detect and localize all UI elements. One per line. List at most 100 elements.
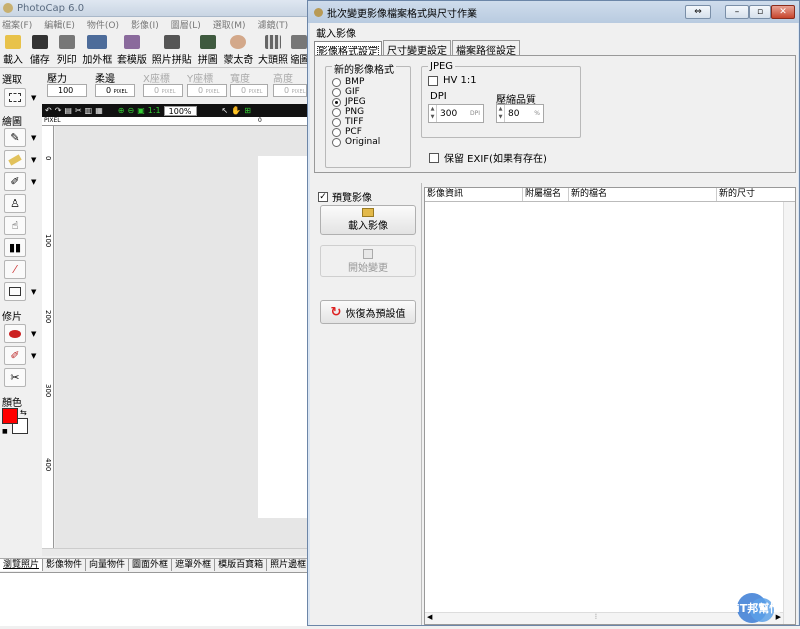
eraser-tool-button[interactable] bbox=[4, 150, 26, 169]
menu-image[interactable]: 影像(I) bbox=[131, 18, 159, 31]
repair-brush-button[interactable]: ✐ bbox=[4, 346, 26, 365]
close-button[interactable]: ✕ bbox=[771, 5, 795, 19]
marquee-dropdown-icon[interactable]: ▼ bbox=[31, 94, 36, 102]
toolbar-thumbnail-button[interactable]: 縮圖 bbox=[291, 32, 308, 67]
menu-select[interactable]: 選取(M) bbox=[213, 18, 246, 31]
menu-file[interactable]: 檔案(F) bbox=[2, 18, 32, 31]
keep-exif-checkbox[interactable] bbox=[429, 152, 439, 163]
hand-tool-button[interactable]: ☝ bbox=[4, 216, 26, 235]
tab-frames[interactable]: 圖面外框 bbox=[129, 559, 173, 571]
gradient-tool-button[interactable]: ▮▮ bbox=[4, 238, 26, 257]
quality-spin-arrows[interactable]: ▲ ▼ bbox=[497, 105, 505, 122]
crosshair-icon[interactable]: ⊞ bbox=[244, 106, 251, 115]
format-option-original[interactable]: Original bbox=[332, 137, 380, 147]
menu-layer[interactable]: 圖層(L) bbox=[171, 18, 201, 31]
repair-dropdown-icon[interactable]: ▼ bbox=[31, 352, 36, 360]
copy-icon[interactable]: ▤ bbox=[64, 106, 72, 115]
image-list-table[interactable]: 影像資訊 附屬檔名 新的檔名 新的尺寸 ◀ ⫶ ▶ bbox=[424, 187, 796, 625]
radio-original[interactable] bbox=[332, 137, 341, 147]
canvas-page[interactable] bbox=[258, 156, 308, 518]
column-new-filename[interactable]: 新的檔名 bbox=[569, 188, 717, 201]
toolbar-puzzle-button[interactable]: 拼圖 bbox=[195, 32, 221, 67]
reset-defaults-button[interactable]: ↻ 恢復為預設值 bbox=[320, 300, 416, 324]
shape-dropdown-icon[interactable]: ▼ bbox=[31, 288, 36, 296]
pen-tool-button[interactable]: ✎ bbox=[4, 128, 26, 147]
hv-checkbox[interactable] bbox=[428, 75, 438, 86]
foreground-color-swatch[interactable] bbox=[2, 408, 18, 424]
paste-icon[interactable]: ▥ bbox=[85, 106, 93, 115]
eraser-dropdown-icon[interactable]: ▼ bbox=[31, 156, 36, 164]
tab-vector-objects[interactable]: 向量物件 bbox=[86, 559, 130, 571]
tab-photo-borders[interactable]: 照片邊框 bbox=[267, 559, 311, 571]
zoom-out-icon[interactable]: ⊖ bbox=[128, 106, 135, 115]
radio-pcf[interactable] bbox=[332, 127, 341, 137]
tab-mask-frames[interactable]: 遮罩外框 bbox=[172, 559, 216, 571]
preview-checkbox-row[interactable]: ✓ 預覽影像 bbox=[318, 189, 372, 204]
restore-arrows-button[interactable]: ⇔ bbox=[685, 5, 711, 19]
format-option-png[interactable]: PNG bbox=[332, 107, 364, 117]
tab-templates[interactable]: 模版百寶箱 bbox=[215, 559, 268, 571]
radio-gif[interactable] bbox=[332, 87, 341, 97]
x-coord-spinner[interactable]: 0 PIXEL bbox=[143, 84, 183, 97]
column-new-size[interactable]: 新的尺寸 bbox=[717, 188, 795, 201]
pointer-icon[interactable]: ↖ bbox=[222, 106, 229, 115]
format-option-bmp[interactable]: BMP bbox=[332, 77, 364, 87]
marquee-tool-button[interactable] bbox=[4, 88, 26, 107]
photo-browser-pane[interactable] bbox=[0, 572, 308, 626]
dpi-spin-arrows[interactable]: ▲ ▼ bbox=[429, 105, 437, 122]
redeye-dropdown-icon[interactable]: ▼ bbox=[31, 330, 36, 338]
actual-size-icon[interactable]: 1:1 bbox=[148, 106, 161, 115]
clone-tool-button[interactable]: ✂ bbox=[4, 368, 26, 387]
column-image-info[interactable]: 影像資訊 bbox=[425, 188, 523, 201]
toolbar-montage-button[interactable]: 蒙太奇 bbox=[222, 32, 256, 67]
toolbar-idphoto-button[interactable]: 大頭照 bbox=[256, 32, 290, 67]
table-vertical-scrollbar[interactable] bbox=[783, 202, 795, 624]
delete-icon[interactable]: ▦ bbox=[95, 106, 103, 115]
toolbar-frame-button[interactable]: 加外框 bbox=[81, 32, 115, 67]
dialog-menu-load-images[interactable]: 載入影像 bbox=[316, 25, 356, 40]
pressure-spinner[interactable]: 100 bbox=[47, 84, 87, 97]
pen-dropdown-icon[interactable]: ▼ bbox=[31, 134, 36, 142]
scroll-left-arrow-icon[interactable]: ◀ bbox=[427, 613, 432, 621]
toolbar-collage-button[interactable]: 照片拼貼 bbox=[150, 32, 194, 67]
y-coord-spinner[interactable]: 0 PIXEL bbox=[187, 84, 227, 97]
default-colors-icon[interactable]: ■ bbox=[2, 428, 8, 435]
toolbar-open-button[interactable]: 載入 bbox=[0, 32, 26, 67]
format-option-pcf[interactable]: PCF bbox=[332, 127, 362, 137]
keep-exif-row[interactable]: 保留 EXIF(如果有存在) bbox=[429, 150, 547, 165]
minimize-button[interactable]: – bbox=[725, 5, 749, 19]
preview-checkbox[interactable]: ✓ bbox=[318, 191, 328, 202]
load-images-button[interactable]: 載入影像 bbox=[320, 205, 416, 235]
cut-icon[interactable]: ✂ bbox=[75, 106, 82, 115]
toolbar-template-button[interactable]: 套模版 bbox=[115, 32, 149, 67]
format-option-jpeg[interactable]: JPEG bbox=[332, 97, 366, 107]
redo-icon[interactable]: ↷ bbox=[55, 106, 62, 115]
start-convert-button[interactable]: 開始變更 bbox=[320, 245, 416, 277]
toolbar-print-button[interactable]: 列印 bbox=[54, 32, 80, 67]
redeye-tool-button[interactable] bbox=[4, 324, 26, 343]
menu-filter[interactable]: 濾鏡(T) bbox=[258, 18, 289, 31]
quality-spinner[interactable]: ▲ ▼ 80 % bbox=[496, 104, 544, 123]
stamp-tool-button[interactable]: ♙ bbox=[4, 194, 26, 213]
hv-checkbox-row[interactable]: HV 1:1 bbox=[428, 75, 477, 86]
format-option-tiff[interactable]: TIFF bbox=[332, 117, 364, 127]
radio-png[interactable] bbox=[332, 107, 341, 117]
width-spinner[interactable]: 0 PIXEL bbox=[230, 84, 268, 97]
dpi-spinner[interactable]: ▲ ▼ 300 DPI bbox=[428, 104, 484, 123]
brush-dropdown-icon[interactable]: ▼ bbox=[31, 178, 36, 186]
radio-jpeg[interactable] bbox=[332, 97, 341, 107]
menu-edit[interactable]: 編輯(E) bbox=[44, 18, 75, 31]
scroll-grip-icon[interactable]: ⫶ bbox=[595, 613, 597, 622]
canvas-horizontal-scrollbar[interactable] bbox=[42, 548, 308, 556]
pan-hand-icon[interactable]: ✋ bbox=[231, 106, 241, 115]
format-option-gif[interactable]: GIF bbox=[332, 87, 360, 97]
tab-image-objects[interactable]: 影像物件 bbox=[43, 559, 87, 571]
maximize-button[interactable]: ▫ bbox=[749, 5, 771, 19]
fit-window-icon[interactable]: ▣ bbox=[137, 106, 145, 115]
zoom-in-icon[interactable]: ⊕ bbox=[118, 106, 125, 115]
dialog-titlebar[interactable]: 批次變更影像檔案格式與尺寸作業 ⇔ – ▫ ✕ bbox=[308, 1, 799, 23]
eyedropper-tool-button[interactable]: ⁄ bbox=[4, 260, 26, 279]
radio-tiff[interactable] bbox=[332, 117, 341, 127]
column-extension[interactable]: 附屬檔名 bbox=[523, 188, 569, 201]
tab-browse-photos[interactable]: 瀏覽照片 bbox=[0, 559, 44, 571]
